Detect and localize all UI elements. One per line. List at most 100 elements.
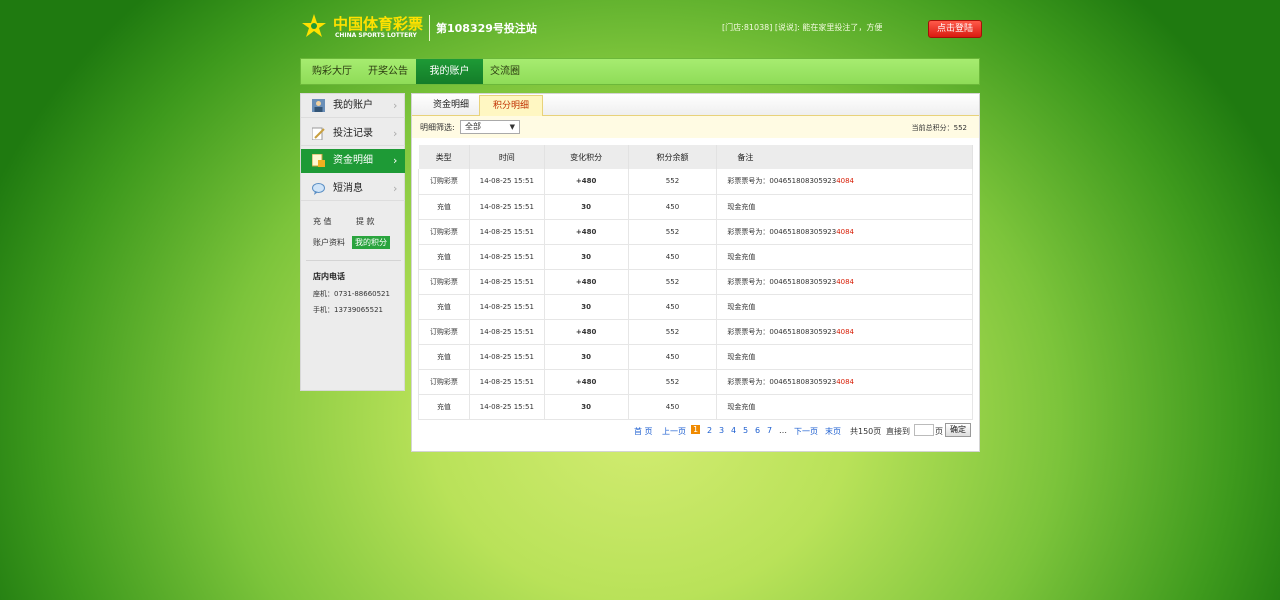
logo[interactable]: 中国体育彩票 CHINA SPORTS LOTTERY	[300, 12, 425, 42]
change-cell: +480	[544, 219, 629, 245]
chevron-right-icon: ›	[393, 182, 398, 195]
page-unit-label: 页	[935, 427, 943, 436]
page-link-current[interactable]: 1	[691, 425, 701, 434]
my-points-link[interactable]: 我的积分	[352, 236, 390, 249]
table-row: 订购彩票 14-08-25 15:51 +480 552 彩票票号为：004651808…	[418, 319, 973, 345]
note-cell: 彩票票号为：0046518083059234084	[716, 219, 973, 245]
page-link[interactable]: 2	[707, 426, 712, 435]
points-table: 类型 时间 变化积分 积分余额 备注 订购彩票 14-08-25 15:51 +48…	[418, 145, 973, 420]
note-text: 现金充值	[727, 302, 756, 311]
time-cell: 14-08-25 15:51	[469, 319, 545, 345]
balance-cell: 450	[628, 244, 718, 270]
chevron-right-icon: ›	[393, 127, 398, 140]
ellipsis: …	[779, 426, 787, 435]
time-cell: 14-08-25 15:51	[469, 169, 545, 195]
tab-fund-details[interactable]: 资金明细	[420, 95, 482, 116]
header-change: 变化积分	[544, 145, 629, 169]
filter-label: 明细筛选:	[420, 123, 455, 132]
type-cell: 充值	[418, 194, 470, 220]
header-time: 时间	[469, 145, 545, 169]
type-cell: 订购彩票	[418, 219, 470, 245]
mobile-number: 手机：13739065521	[313, 306, 383, 314]
user-icon	[312, 99, 325, 112]
note-text: 彩票票号为：004651808305923	[727, 377, 837, 386]
page-link[interactable]: 5	[743, 426, 748, 435]
note-text: 现金充值	[727, 202, 756, 211]
page-link[interactable]: 6	[755, 426, 760, 435]
sidebar-item-bet-records[interactable]: 投注记录 ›	[301, 122, 405, 146]
prev-page-link[interactable]: 上一页	[662, 426, 686, 437]
type-cell: 充值	[418, 394, 470, 420]
note-highlight: 4084	[836, 227, 855, 236]
type-cell: 订购彩票	[418, 169, 470, 195]
store-notice: [门店:81038] [说说]: 能在家里投注了，方便	[722, 23, 883, 32]
lottery-star-icon	[302, 14, 326, 37]
main-panel: 资金明细 积分明细 明细筛选: 全部 ▼ 当前总积分：552 类型 时间 变化积…	[411, 93, 980, 452]
filter-bar: 明细筛选: 全部 ▼ 当前总积分：552	[412, 116, 979, 138]
first-page-link[interactable]: 首 页	[634, 426, 653, 437]
total-pages: 共150页	[850, 427, 882, 436]
note-cell: 彩票票号为：0046518083059234084	[716, 269, 973, 295]
note-cell: 现金充值	[716, 344, 973, 370]
tab-bar: 资金明细 积分明细	[412, 94, 979, 116]
sidebar-item-label: 短消息	[333, 183, 363, 194]
sidebar: 我的账户 › 投注记录 › 资金明细 › 短消息 › 充 值 提 款 账户资料 …	[300, 93, 405, 391]
balance-cell: 552	[628, 269, 718, 295]
nav-lottery-hall[interactable]: 购彩大厅	[312, 59, 352, 84]
nav-community[interactable]: 交流圈	[490, 59, 520, 84]
note-text: 彩票票号为：004651808305923	[727, 227, 837, 236]
change-cell: +480	[544, 269, 629, 295]
header-divider	[429, 15, 430, 41]
page-link[interactable]: 3	[719, 426, 724, 435]
sidebar-item-fund-details[interactable]: 资金明细 ›	[301, 149, 405, 173]
table-row: 充值 14-08-25 15:51 30 450 现金充值	[418, 194, 973, 220]
last-page-link[interactable]: 末页	[825, 426, 841, 437]
note-highlight: 4084	[836, 277, 855, 286]
balance-cell: 552	[628, 319, 718, 345]
page-link[interactable]: 4	[731, 426, 736, 435]
table-row: 充值 14-08-25 15:51 30 450 现金充值	[418, 394, 973, 420]
login-button[interactable]: 点击登陆	[928, 20, 982, 38]
time-cell: 14-08-25 15:51	[469, 194, 545, 220]
note-highlight: 4084	[836, 327, 855, 336]
tab-points-details[interactable]: 积分明细	[479, 95, 543, 116]
change-cell: 30	[544, 244, 629, 270]
type-cell: 充值	[418, 344, 470, 370]
header-note: 备注	[716, 145, 973, 169]
table-row: 充值 14-08-25 15:51 30 450 现金充值	[418, 344, 973, 370]
header-balance: 积分余额	[628, 145, 718, 169]
type-cell: 订购彩票	[418, 269, 470, 295]
nav-my-account[interactable]: 我的账户	[416, 59, 483, 84]
table-row: 订购彩票 14-08-25 15:51 +480 552 彩票票号为：004651808…	[418, 219, 973, 245]
note-text: 现金充值	[727, 252, 756, 261]
note-cell: 现金充值	[716, 394, 973, 420]
sidebar-item-label: 投注记录	[333, 128, 373, 139]
withdraw-link[interactable]: 提 款	[356, 216, 375, 227]
filter-select[interactable]: 全部 ▼	[460, 120, 520, 134]
page-link[interactable]: 7	[767, 426, 772, 435]
goto-page-input[interactable]	[914, 424, 934, 436]
confirm-button[interactable]: 确定	[945, 423, 971, 437]
sidebar-item-messages[interactable]: 短消息 ›	[301, 177, 405, 201]
profile-link[interactable]: 账户资料	[313, 237, 345, 248]
table-row: 订购彩票 14-08-25 15:51 +480 552 彩票票号为：004651808…	[418, 369, 973, 395]
station-title: 第108329号投注站	[436, 22, 537, 35]
edit-icon	[312, 127, 325, 140]
note-highlight: 4084	[836, 177, 855, 186]
balance-cell: 552	[628, 169, 718, 195]
sidebar-item-my-account[interactable]: 我的账户 ›	[301, 94, 405, 118]
recharge-link[interactable]: 充 值	[313, 216, 332, 227]
logo-chinese-text: 中国体育彩票	[333, 15, 424, 33]
balance-cell: 450	[628, 344, 718, 370]
time-cell: 14-08-25 15:51	[469, 394, 545, 420]
total-points: 当前总积分：552	[911, 124, 967, 132]
note-highlight: 4084	[836, 377, 855, 386]
table-header-row: 类型 时间 变化积分 积分余额 备注	[418, 145, 973, 169]
note-cell: 现金充值	[716, 194, 973, 220]
time-cell: 14-08-25 15:51	[469, 369, 545, 395]
dropdown-caret-icon: ▼	[509, 123, 515, 131]
time-cell: 14-08-25 15:51	[469, 244, 545, 270]
nav-draw-results[interactable]: 开奖公告	[368, 59, 408, 84]
next-page-link[interactable]: 下一页	[794, 426, 818, 437]
chevron-right-icon: ›	[393, 99, 398, 112]
